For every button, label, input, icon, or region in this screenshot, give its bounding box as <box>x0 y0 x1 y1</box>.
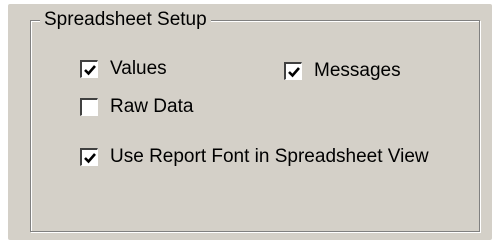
raw-data-label: Raw Data <box>110 96 194 117</box>
check-mark-icon <box>287 66 300 77</box>
messages-checkbox[interactable] <box>284 62 302 80</box>
use-report-font-checkbox[interactable] <box>80 148 98 166</box>
messages-label: Messages <box>314 60 401 81</box>
spreadsheet-setup-groupbox <box>30 20 480 232</box>
values-label: Values <box>110 58 167 79</box>
values-checkbox-row[interactable]: Values <box>80 58 167 80</box>
values-checkbox[interactable] <box>80 60 98 78</box>
raw-data-checkbox-row[interactable]: Raw Data <box>80 96 193 118</box>
messages-checkbox-row[interactable]: Messages <box>284 60 401 82</box>
groupbox-title: Spreadsheet Setup <box>40 8 211 32</box>
use-report-font-label: Use Report Font in Spreadsheet View <box>110 146 429 167</box>
raw-data-checkbox[interactable] <box>80 98 98 116</box>
use-report-font-checkbox-row[interactable]: Use Report Font in Spreadsheet View <box>80 146 429 168</box>
screenshot-canvas: Spreadsheet Setup Values Messages Raw Da… <box>0 0 496 244</box>
check-mark-icon <box>83 152 96 163</box>
check-mark-icon <box>83 64 96 75</box>
